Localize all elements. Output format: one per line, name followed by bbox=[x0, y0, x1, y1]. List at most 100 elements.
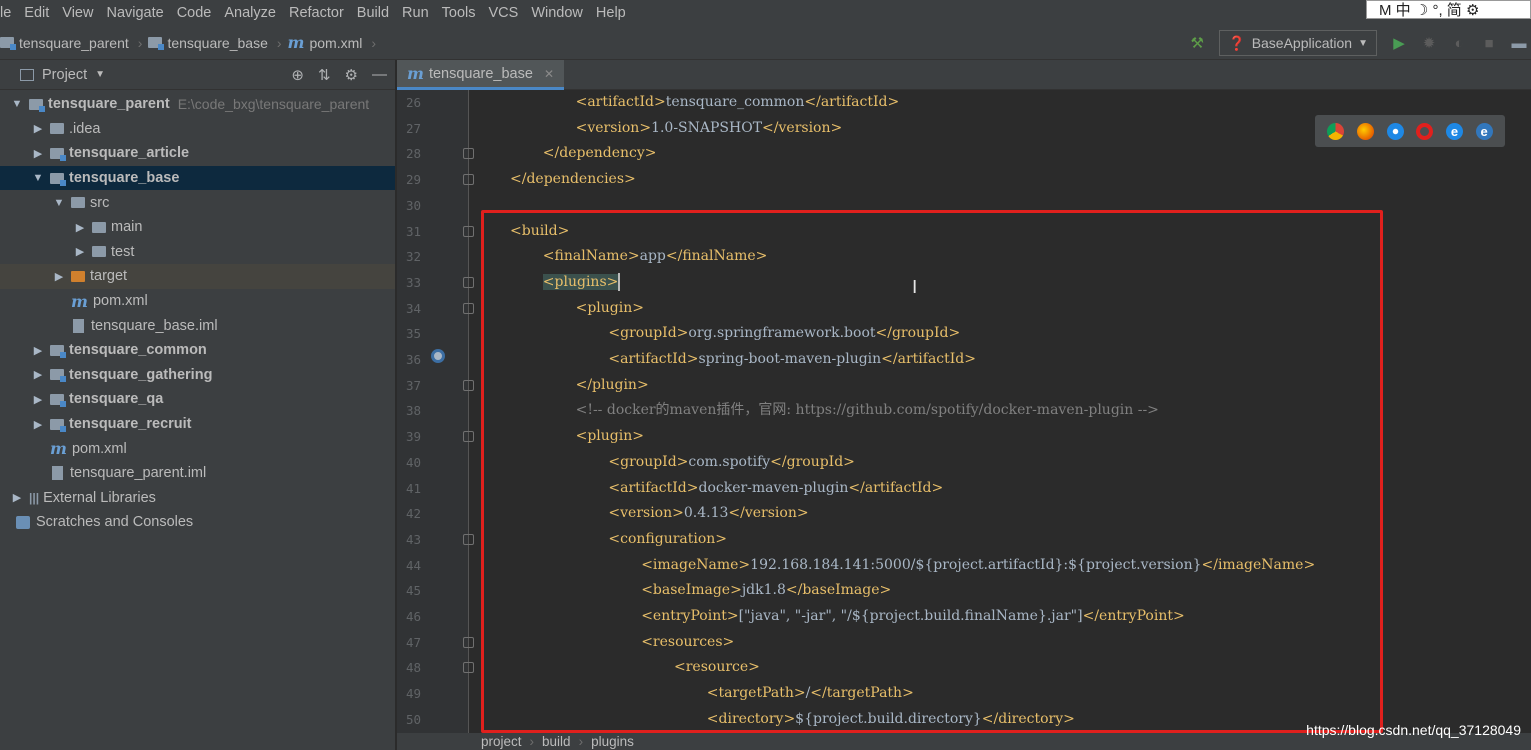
editor-tab[interactable]: m tensquare_base ✕ bbox=[397, 60, 564, 90]
gear-icon[interactable]: ⚙ bbox=[345, 66, 358, 84]
ime-toolbar[interactable]: M 中 ☽ °, 简 ⚙ bbox=[1366, 0, 1531, 19]
opera-icon[interactable] bbox=[1416, 122, 1434, 140]
code-text: <version>1.0-SNAPSHOT</version> bbox=[576, 116, 843, 142]
firefox-icon[interactable] bbox=[1356, 122, 1374, 140]
tree-node[interactable]: ▶ main bbox=[0, 215, 395, 240]
navigation-bar: tensquare_parent › tensquare_base › m pom.… bbox=[0, 26, 1531, 60]
annotation-highlight-box bbox=[481, 210, 1383, 733]
collapsed-arrow-icon[interactable]: ▶ bbox=[73, 245, 87, 258]
line-number: 44 bbox=[405, 557, 421, 573]
coverage-icon[interactable]: ◐ bbox=[1451, 35, 1467, 52]
collapsed-arrow-icon[interactable]: ▶ bbox=[31, 418, 45, 431]
fold-marker-icon[interactable] bbox=[463, 174, 474, 186]
tree-node[interactable]: ▶ tensquare_qa bbox=[0, 387, 395, 412]
run-configuration-select[interactable]: ❓ BaseApplication ▼ bbox=[1219, 30, 1377, 56]
tree-node[interactable]: ▶ ||| External Libraries bbox=[0, 486, 395, 511]
build-hammer-icon[interactable]: ⚒ bbox=[1189, 35, 1205, 52]
collapsed-arrow-icon[interactable]: ▶ bbox=[31, 122, 45, 135]
debug-icon[interactable]: ✹ bbox=[1421, 35, 1437, 52]
tree-node[interactable]: m pom.xml bbox=[0, 289, 395, 314]
menu-item[interactable]: Edit bbox=[18, 0, 56, 26]
collapsed-arrow-icon[interactable]: ▶ bbox=[10, 491, 24, 504]
line-number: 42 bbox=[405, 506, 421, 522]
tree-node[interactable]: tensquare_base.iml bbox=[0, 313, 395, 338]
fold-marker-icon[interactable] bbox=[463, 148, 474, 160]
tree-node[interactable]: ▶ tensquare_common bbox=[0, 338, 395, 363]
breadcrumb-item[interactable]: m pom.xml › bbox=[288, 33, 383, 52]
tree-node[interactable]: ▶ .idea bbox=[0, 117, 395, 142]
menu-item[interactable]: Build bbox=[351, 0, 396, 26]
tree-node[interactable]: tensquare_parent.iml bbox=[0, 461, 395, 486]
project-panel-title[interactable]: Project bbox=[42, 67, 87, 83]
line-number: 28 bbox=[405, 146, 421, 162]
tree-node[interactable]: Scratches and Consoles bbox=[0, 510, 395, 535]
collapsed-arrow-icon[interactable]: ▶ bbox=[73, 221, 87, 234]
xml-path-item[interactable]: build bbox=[542, 734, 571, 749]
safari-icon[interactable] bbox=[1386, 122, 1404, 140]
expanded-arrow-icon[interactable]: ▼ bbox=[31, 172, 45, 184]
breadcrumb-item[interactable]: tensquare_parent › bbox=[0, 35, 148, 51]
collapsed-arrow-icon[interactable]: ▶ bbox=[31, 344, 45, 357]
breadcrumb-label: tensquare_parent bbox=[19, 34, 129, 51]
chrome-icon[interactable] bbox=[1327, 122, 1345, 140]
menu-item[interactable]: Analyze bbox=[218, 0, 283, 26]
fold-marker-icon[interactable] bbox=[463, 225, 474, 237]
fold-marker-icon[interactable] bbox=[463, 302, 474, 314]
fold-marker-icon[interactable] bbox=[463, 636, 474, 648]
menu-item[interactable]: Run bbox=[396, 0, 436, 26]
fold-marker-icon[interactable] bbox=[463, 533, 474, 545]
tree-node[interactable]: ▶ tensquare_gathering bbox=[0, 363, 395, 388]
collapsed-arrow-icon[interactable]: ▶ bbox=[31, 147, 45, 160]
tree-node[interactable]: ▶ test bbox=[0, 240, 395, 265]
collapsed-arrow-icon[interactable]: ▶ bbox=[31, 368, 45, 381]
fold-marker-icon[interactable] bbox=[463, 662, 474, 674]
tree-node[interactable]: ▶ target bbox=[0, 264, 395, 289]
xml-path-item[interactable]: project bbox=[481, 734, 522, 749]
menu-item[interactable]: Help bbox=[590, 0, 633, 26]
chevron-down-icon[interactable]: ▼ bbox=[95, 69, 105, 80]
expanded-arrow-icon[interactable]: ▼ bbox=[10, 98, 24, 110]
tree-node[interactable]: ▶ tensquare_recruit bbox=[0, 412, 395, 437]
tree-node[interactable]: ▼ tensquare_base bbox=[0, 165, 395, 191]
menu-item[interactable]: Refactor bbox=[283, 0, 351, 26]
close-icon[interactable]: ✕ bbox=[544, 67, 554, 81]
locate-icon[interactable]: ⊕ bbox=[291, 66, 304, 84]
collapsed-arrow-icon[interactable]: ▶ bbox=[52, 270, 66, 283]
xml-value: tensquare_common bbox=[665, 94, 805, 110]
stop-icon[interactable]: ■ bbox=[1481, 35, 1497, 52]
tree-node[interactable]: ▼ tensquare_parent E:\code_bxg\tensquare_p… bbox=[0, 92, 395, 117]
module-folder-icon bbox=[50, 344, 66, 358]
project-view-icon bbox=[20, 68, 34, 81]
scratch-icon bbox=[16, 515, 30, 529]
menu-item[interactable]: Tools bbox=[436, 0, 483, 26]
menu-item[interactable]: Window bbox=[525, 0, 590, 26]
menu-item[interactable]: VCS bbox=[483, 0, 526, 26]
tree-node[interactable]: ▼ src bbox=[0, 190, 395, 215]
edge-icon[interactable]: e bbox=[1475, 122, 1493, 140]
fold-marker-icon[interactable] bbox=[463, 431, 474, 443]
expanded-arrow-icon[interactable]: ▼ bbox=[52, 197, 66, 209]
xml-path-item[interactable]: plugins bbox=[591, 734, 634, 749]
collapsed-arrow-icon[interactable]: ▶ bbox=[31, 393, 45, 406]
menu-item[interactable]: Navigate bbox=[100, 0, 170, 26]
menu-item[interactable]: le bbox=[0, 0, 18, 26]
line-number: 30 bbox=[405, 197, 421, 213]
fold-marker-icon[interactable] bbox=[463, 276, 474, 288]
tree-node-label: tensquare_article bbox=[69, 145, 190, 162]
tree-node[interactable]: ▶ tensquare_article bbox=[0, 141, 395, 166]
minimize-icon[interactable]: — bbox=[372, 66, 387, 84]
ie-icon[interactable]: e bbox=[1445, 122, 1463, 140]
maven-icon: m bbox=[50, 439, 67, 459]
line-number: 35 bbox=[405, 326, 421, 342]
menu-item[interactable]: View bbox=[56, 0, 100, 26]
menu-item[interactable]: Code bbox=[171, 0, 219, 26]
line-number: 26 bbox=[405, 95, 421, 110]
collapse-all-icon[interactable]: ⇅ bbox=[318, 66, 331, 84]
ime-status: M 中 ☽ °, 简 ⚙ bbox=[1379, 2, 1480, 19]
run-icon[interactable]: ▶ bbox=[1391, 35, 1407, 52]
xml-tag: </artifactId> bbox=[804, 94, 900, 110]
project-structure-icon[interactable]: ▬ bbox=[1511, 35, 1527, 52]
fold-marker-icon[interactable] bbox=[463, 379, 474, 391]
breadcrumb-item[interactable]: tensquare_base › bbox=[148, 35, 287, 51]
tree-node[interactable]: m pom.xml bbox=[0, 436, 395, 461]
